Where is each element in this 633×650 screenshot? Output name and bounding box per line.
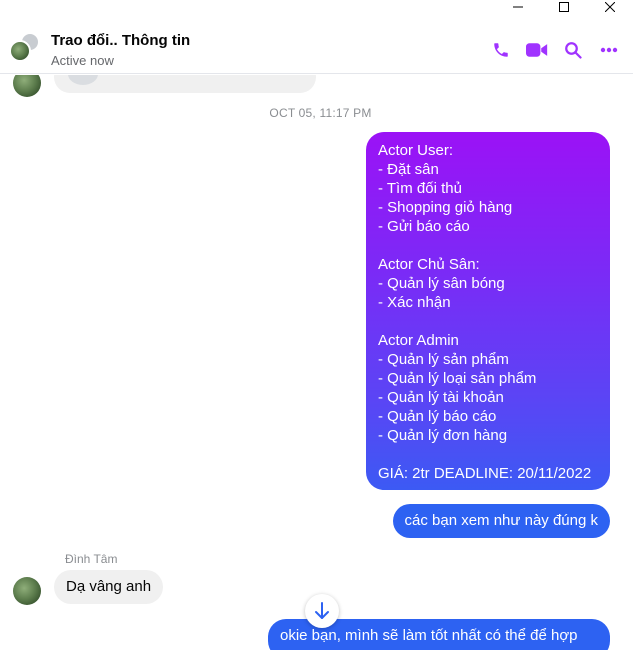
outgoing-message[interactable]: các bạn xem như này đúng k [392,504,610,538]
active-status: Active now [51,53,114,68]
close-icon[interactable] [587,0,633,14]
phone-icon[interactable] [483,38,519,62]
maximize-icon[interactable] [541,0,587,14]
attachment-preview [68,75,98,85]
outgoing-message[interactable]: Actor User: - Đặt sân - Tìm đối thủ - Sh… [366,132,610,490]
avatar[interactable] [13,577,41,605]
video-icon[interactable] [519,38,555,62]
incoming-message[interactable]: Dạ vâng anh [54,570,164,604]
scroll-to-bottom-button[interactable] [305,594,339,628]
avatar-primary [9,40,31,62]
arrow-down-icon [315,602,329,619]
more-icon[interactable] [591,38,627,62]
chat-header: Trao đổi.. Thông tin Active now [0,14,633,74]
header-actions [483,38,627,62]
message-timestamp: OCT 05, 11:17 PM [269,106,372,120]
minimize-icon[interactable] [495,0,541,14]
avatar [13,75,41,97]
group-avatar[interactable] [9,32,40,62]
previous-message-bubble[interactable] [54,75,316,93]
window-controls [495,0,633,14]
message-list[interactable]: OCT 05, 11:17 PM Actor User: - Đặt sân -… [0,75,633,650]
search-icon[interactable] [555,38,591,62]
sender-name: Đình Tâm [65,552,118,566]
chat-title[interactable]: Trao đổi.. Thông tin [51,32,190,49]
